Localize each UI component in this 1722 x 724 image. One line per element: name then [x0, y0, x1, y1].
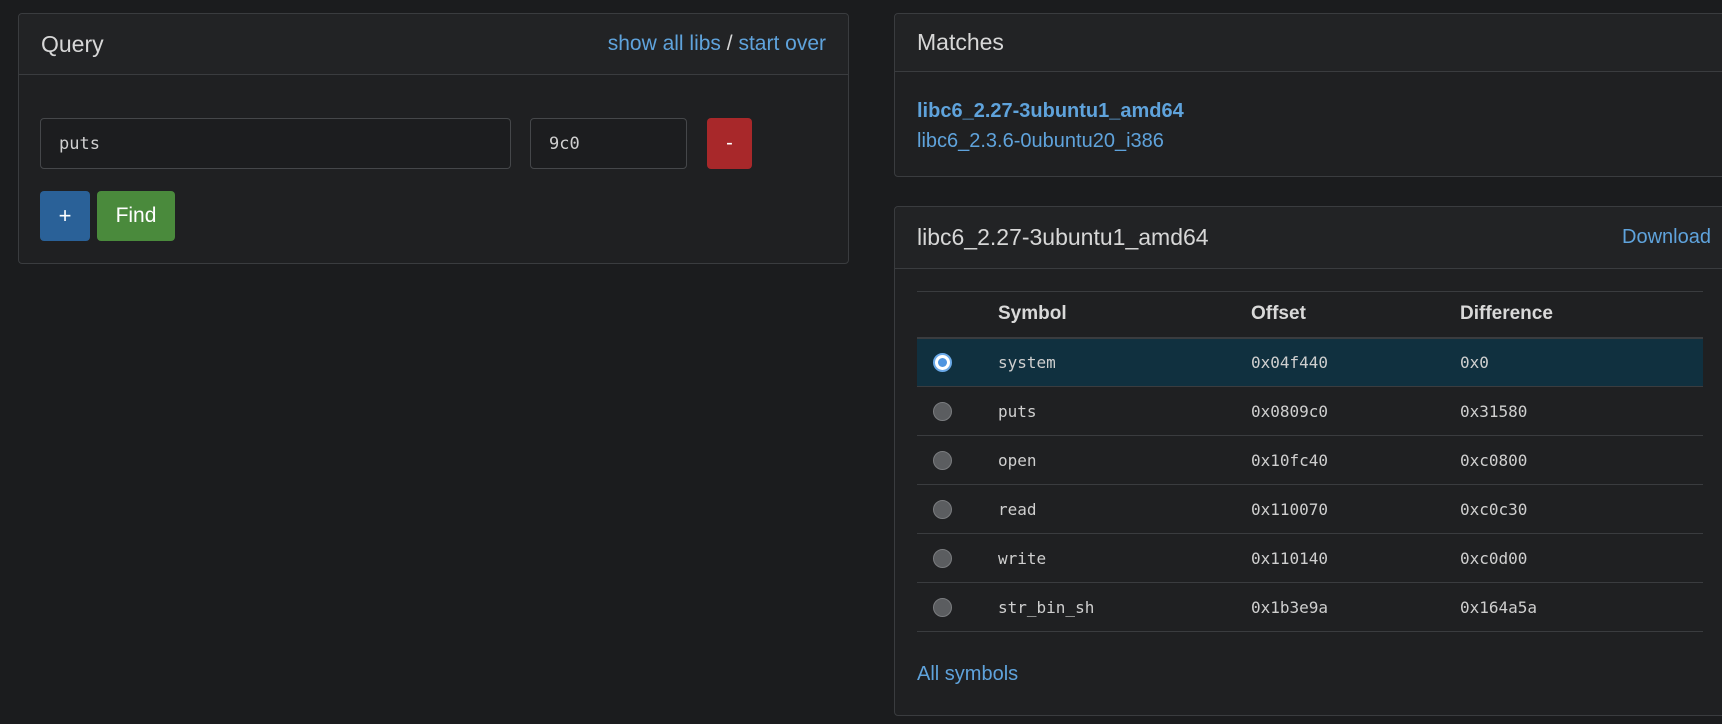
offset-cell: 0x10fc40 — [1251, 435, 1460, 485]
matches-panel-heading: Matches — [895, 14, 1722, 72]
difference-cell: 0xc0800 — [1460, 435, 1703, 485]
offset-cell: 0x1b3e9a — [1251, 582, 1460, 632]
difference-cell: 0x0 — [1460, 337, 1703, 387]
symbol-cell: open — [998, 435, 1251, 485]
table-row[interactable]: read 0x110070 0xc0c30 — [917, 484, 1703, 534]
table-row[interactable]: str_bin_sh 0x1b3e9a 0x164a5a — [917, 582, 1703, 632]
column-header-difference: Difference — [1460, 291, 1703, 339]
radio-icon[interactable] — [933, 401, 952, 421]
all-symbols-link[interactable]: All symbols — [917, 663, 1018, 686]
link-separator: / — [726, 32, 733, 55]
table-row[interactable]: write 0x110140 0xc0d00 — [917, 533, 1703, 583]
library-panel-heading: libc6_2.27-3ubuntu1_amd64 Download — [895, 207, 1722, 269]
show-all-libs-link[interactable]: show all libs — [608, 32, 721, 55]
add-row-button[interactable]: + — [40, 191, 90, 241]
query-title: Query — [41, 30, 104, 57]
radio-icon[interactable] — [933, 597, 952, 617]
radio-icon[interactable] — [933, 450, 952, 470]
difference-cell: 0x164a5a — [1460, 582, 1703, 632]
symbol-cell: puts — [998, 386, 1251, 436]
offset-cell: 0x110070 — [1251, 484, 1460, 534]
matches-title: Matches — [917, 29, 1004, 55]
offset-cell: 0x110140 — [1251, 533, 1460, 583]
query-panel-heading: Query show all libs / start over — [19, 14, 848, 75]
radio-icon[interactable] — [933, 499, 952, 519]
library-title: libc6_2.27-3ubuntu1_amd64 — [917, 224, 1209, 250]
symbol-offset-input[interactable] — [530, 118, 687, 169]
radio-icon[interactable] — [933, 548, 952, 568]
column-header-select — [917, 291, 998, 339]
symbols-table: Symbol Offset Difference system 0x04f440… — [917, 291, 1703, 632]
matches-list: libc6_2.27-3ubuntu1_amd64 libc6_2.3.6-0u… — [895, 72, 1722, 180]
match-item[interactable]: libc6_2.3.6-0ubuntu20_i386 — [917, 126, 1711, 156]
column-header-symbol: Symbol — [998, 291, 1251, 339]
difference-cell: 0x31580 — [1460, 386, 1703, 436]
table-row[interactable]: puts 0x0809c0 0x31580 — [917, 386, 1703, 436]
radio-selected-icon[interactable] — [933, 352, 952, 372]
matches-panel: Matches libc6_2.27-3ubuntu1_amd64 libc6_… — [894, 13, 1722, 177]
table-row[interactable]: system 0x04f440 0x0 — [917, 337, 1703, 387]
remove-row-button[interactable]: - — [707, 118, 752, 169]
library-panel: libc6_2.27-3ubuntu1_amd64 Download Symbo… — [894, 206, 1722, 716]
symbol-cell: read — [998, 484, 1251, 534]
query-heading-links: show all libs / start over — [608, 32, 826, 56]
table-row[interactable]: open 0x10fc40 0xc0800 — [917, 435, 1703, 485]
difference-cell: 0xc0c30 — [1460, 484, 1703, 534]
offset-cell: 0x0809c0 — [1251, 386, 1460, 436]
symbol-cell: system — [998, 337, 1251, 387]
download-link[interactable]: Download — [1622, 226, 1711, 249]
difference-cell: 0xc0d00 — [1460, 533, 1703, 583]
column-header-offset: Offset — [1251, 291, 1460, 339]
symbol-name-input[interactable] — [40, 118, 511, 169]
offset-cell: 0x04f440 — [1251, 337, 1460, 387]
symbol-cell: write — [998, 533, 1251, 583]
table-header-row: Symbol Offset Difference — [917, 291, 1703, 339]
find-button[interactable]: Find — [97, 191, 175, 241]
query-panel: Query show all libs / start over - + Fin… — [18, 13, 849, 264]
symbol-cell: str_bin_sh — [998, 582, 1251, 632]
start-over-link[interactable]: start over — [738, 32, 826, 55]
match-item[interactable]: libc6_2.27-3ubuntu1_amd64 — [917, 96, 1711, 126]
